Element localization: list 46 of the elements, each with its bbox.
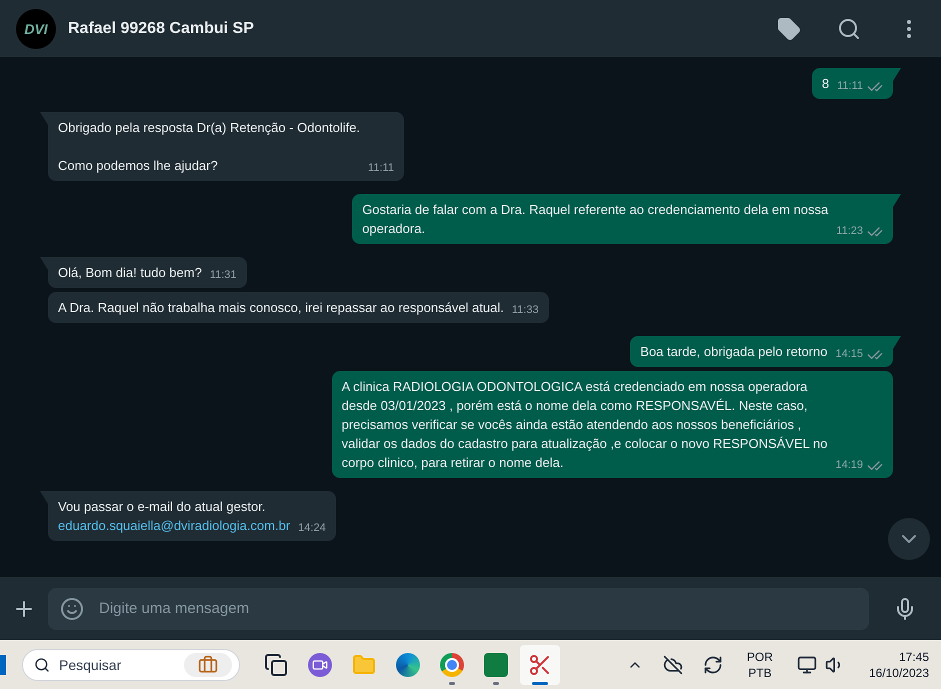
sync-icon[interactable] <box>702 654 723 674</box>
clock-date: 16/10/2023 <box>868 664 929 680</box>
emoji-icon[interactable] <box>60 596 84 620</box>
browser-icon <box>440 652 464 676</box>
message-time: 14:19 <box>835 458 863 473</box>
contact-avatar[interactable]: DVI <box>16 8 56 48</box>
message-text: 8 <box>822 75 830 93</box>
message-text: Gostaria de falar com a Dra. Raquel referente ao credenciamento dela em nossa operadora. <box>362 201 828 238</box>
scissors-icon <box>528 652 552 676</box>
message-text: Vou passar o e-mail do atual gestor. <box>58 498 266 516</box>
running-indicator <box>493 682 499 684</box>
message-time: 14:15 <box>835 347 863 362</box>
search-icon <box>34 656 50 672</box>
windows-icon <box>264 652 288 676</box>
avatar-logo: DVI <box>24 20 48 38</box>
layout-code: PTB <box>748 664 772 680</box>
scroll-down-button[interactable] <box>888 518 930 560</box>
message-time: 11:33 <box>512 303 539 318</box>
message-time: 11:11 <box>368 161 394 176</box>
language-code: POR <box>746 648 773 664</box>
video-icon <box>308 652 332 676</box>
message-text: Obrigado pela resposta Dr(a) Retenção - Odontolife. Como podemos lhe ajudar? <box>58 119 360 175</box>
browser-icon <box>396 652 420 676</box>
email-link[interactable]: eduardo.squaiella@dviradiologia.com.br <box>58 516 290 535</box>
message-time: 11:23 <box>836 224 863 239</box>
message-text: Boa tarde, obrigada pelo retorno <box>640 343 828 361</box>
clock[interactable]: 17:45 16/10/2023 <box>868 648 929 680</box>
taskbar-app[interactable] <box>520 644 560 684</box>
network-icon[interactable] <box>796 654 817 674</box>
message-time: 11:31 <box>210 268 237 283</box>
message-text: A clinica RADIOLOGIA ODONTOLOGICA está credenciado em nossa operadora desde 03/01/2023 , porém está o nome dela como RESPONSAVÉL. Neste caso, precisamos verificar se vocês ainda estão atendendo aos nossos beneficiários , validar os dados do cadastro para atualização ,e colocar o novo RESPONSÁVEL no corpo clinico, para retirar o nome dela. <box>342 378 828 472</box>
cloud-off-icon[interactable] <box>662 654 683 674</box>
running-indicator <box>532 682 548 684</box>
message-time: 14:24 <box>298 521 326 536</box>
search-icon[interactable] <box>837 16 861 40</box>
folder-icon <box>352 652 376 676</box>
spreadsheet-icon <box>484 652 508 676</box>
input-language[interactable]: POR PTB <box>742 648 777 680</box>
message-time: 11:11 <box>837 79 863 94</box>
contact-name: Rafael 99268 Cambui SP <box>68 18 255 38</box>
clock-time: 17:45 <box>898 648 929 664</box>
running-indicator <box>449 682 455 684</box>
message-text: A Dra. Raquel não trabalha mais conosco, irei repassar ao responsável atual. <box>58 299 504 317</box>
label-icon[interactable] <box>777 16 801 40</box>
message-input[interactable]: Digite uma mensagem <box>48 588 869 630</box>
message-text: Olá, Bom dia! tudo bem? <box>58 264 202 282</box>
